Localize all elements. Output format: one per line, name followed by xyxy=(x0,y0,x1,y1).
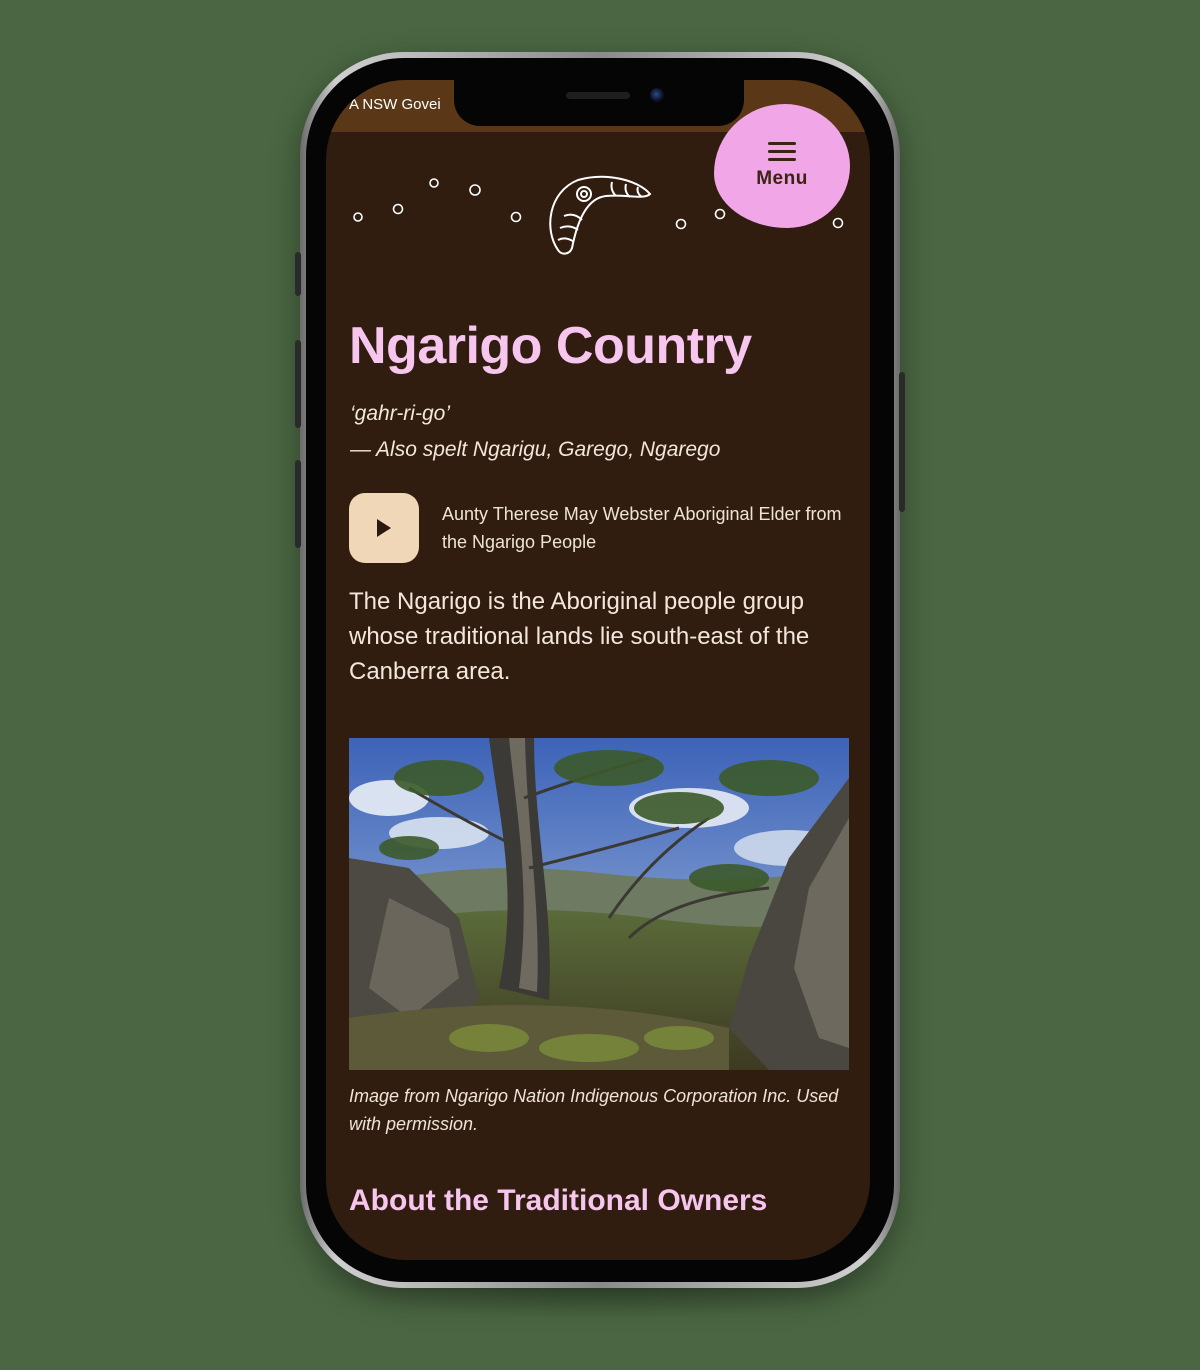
section-heading: About the Traditional Owners xyxy=(349,1184,768,1217)
dot-icon xyxy=(353,212,363,222)
page-title: Ngarigo Country xyxy=(349,317,752,375)
phone-side-button xyxy=(295,340,301,428)
speaker-grille xyxy=(566,92,630,99)
hamburger-icon xyxy=(768,142,796,162)
dot-icon xyxy=(675,218,687,230)
dot-icon xyxy=(510,211,522,223)
dot-icon xyxy=(429,178,439,188)
boomerang-icon xyxy=(549,175,652,255)
phone-screen: A NSW Govei Menu Ngarigo Country ‘gahr-r… xyxy=(326,80,870,1260)
phone-notch xyxy=(454,80,744,126)
image-caption: Image from Ngarigo Nation Indigenous Cor… xyxy=(349,1086,839,1134)
phone-side-button xyxy=(295,252,301,296)
pronunciation: ‘gahr-ri-go’ xyxy=(350,402,450,425)
audio-play-button[interactable] xyxy=(349,493,419,563)
play-icon xyxy=(377,519,391,537)
gov-banner-text: A NSW Govei xyxy=(349,96,441,113)
menu-label: Menu xyxy=(756,168,808,189)
dot-icon xyxy=(714,208,726,220)
audio-caption: Aunty Therese May Webster Aboriginal Eld… xyxy=(442,504,842,552)
phone-side-button xyxy=(295,460,301,548)
intro-paragraph: The Ngarigo is the Aboriginal people gro… xyxy=(349,588,810,685)
landscape-photo xyxy=(349,738,849,1070)
dot-icon xyxy=(469,184,481,196)
dot-icon xyxy=(392,203,404,215)
dot-icon xyxy=(832,217,844,229)
front-camera xyxy=(650,88,664,102)
alternative-spellings: — Also spelt Ngarigu, Garego, Ngarego xyxy=(350,438,721,461)
phone-power-button xyxy=(899,372,905,512)
